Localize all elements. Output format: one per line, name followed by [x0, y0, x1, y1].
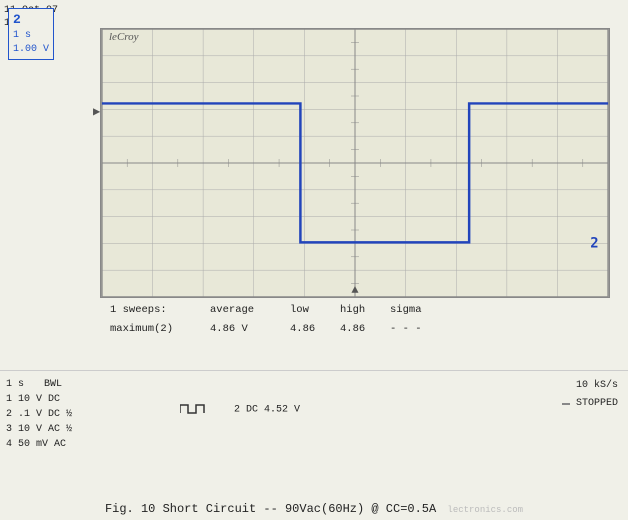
ch2-dc-info: 2 DC 4.52 V — [234, 405, 300, 416]
channel-settings: 1 s BWL 1 10 V DC 2 .1 V DC ½ 3 10 V AC … — [6, 377, 72, 452]
average-value: 4.86 V — [200, 321, 280, 338]
ch4-settings: 4 50 mV AC — [6, 437, 72, 452]
sigma-label: sigma — [380, 302, 430, 319]
volts-per-div: 1.00 V — [13, 43, 49, 57]
watermark-text: lectronics.com — [447, 505, 523, 515]
bottom-center-info: 2 DC 4.52 V — [180, 401, 300, 417]
bwl-label: BWL — [44, 377, 62, 392]
status-label: STOPPED — [576, 398, 618, 409]
channel-number: 2 — [13, 11, 49, 29]
bottom-panel: 1 s BWL 1 10 V DC 2 .1 V DC ½ 3 10 V AC … — [0, 370, 628, 470]
svg-text:2: 2 — [590, 235, 598, 251]
waveform-symbol-svg — [180, 401, 220, 417]
sample-rate: 10 kS/s — [562, 377, 618, 395]
channel-info-box: 2 1 s 1.00 V — [8, 8, 54, 60]
oscilloscope-screen: leCroy — [100, 28, 610, 298]
trigger-arrow-left: ▶ — [93, 104, 100, 119]
scope-grid-svg: 2 — [101, 29, 609, 297]
sweeps-label: 1 sweeps: — [110, 302, 200, 319]
low-label: low — [280, 302, 330, 319]
status-box — [562, 403, 570, 405]
high-label: high — [330, 302, 380, 319]
time-base-label: 1 s — [6, 377, 24, 392]
high-value: 4.86 — [330, 321, 380, 338]
bottom-right-info: 10 kS/s STOPPED — [562, 377, 618, 413]
low-value: 4.86 — [280, 321, 330, 338]
stats-section: 1 sweeps: average low high sigma maximum… — [100, 302, 610, 338]
trigger-arrow-bottom: ▲ — [351, 283, 358, 297]
status-row: STOPPED — [562, 395, 618, 413]
caption-text: Fig. 10 Short Circuit -- 90Vac(60Hz) @ C… — [105, 502, 436, 516]
ch1-settings: 1 10 V DC — [6, 392, 72, 407]
maximum-label: maximum(2) — [110, 321, 200, 338]
sigma-value: - - - — [380, 321, 430, 338]
average-label: average — [200, 302, 280, 319]
ch3-settings: 3 10 V AC ½ — [6, 422, 72, 437]
figure-caption: Fig. 10 Short Circuit -- 90Vac(60Hz) @ C… — [0, 502, 628, 516]
ch2-settings: 2 .1 V DC ½ — [6, 407, 72, 422]
time-per-div: 1 s — [13, 29, 49, 43]
